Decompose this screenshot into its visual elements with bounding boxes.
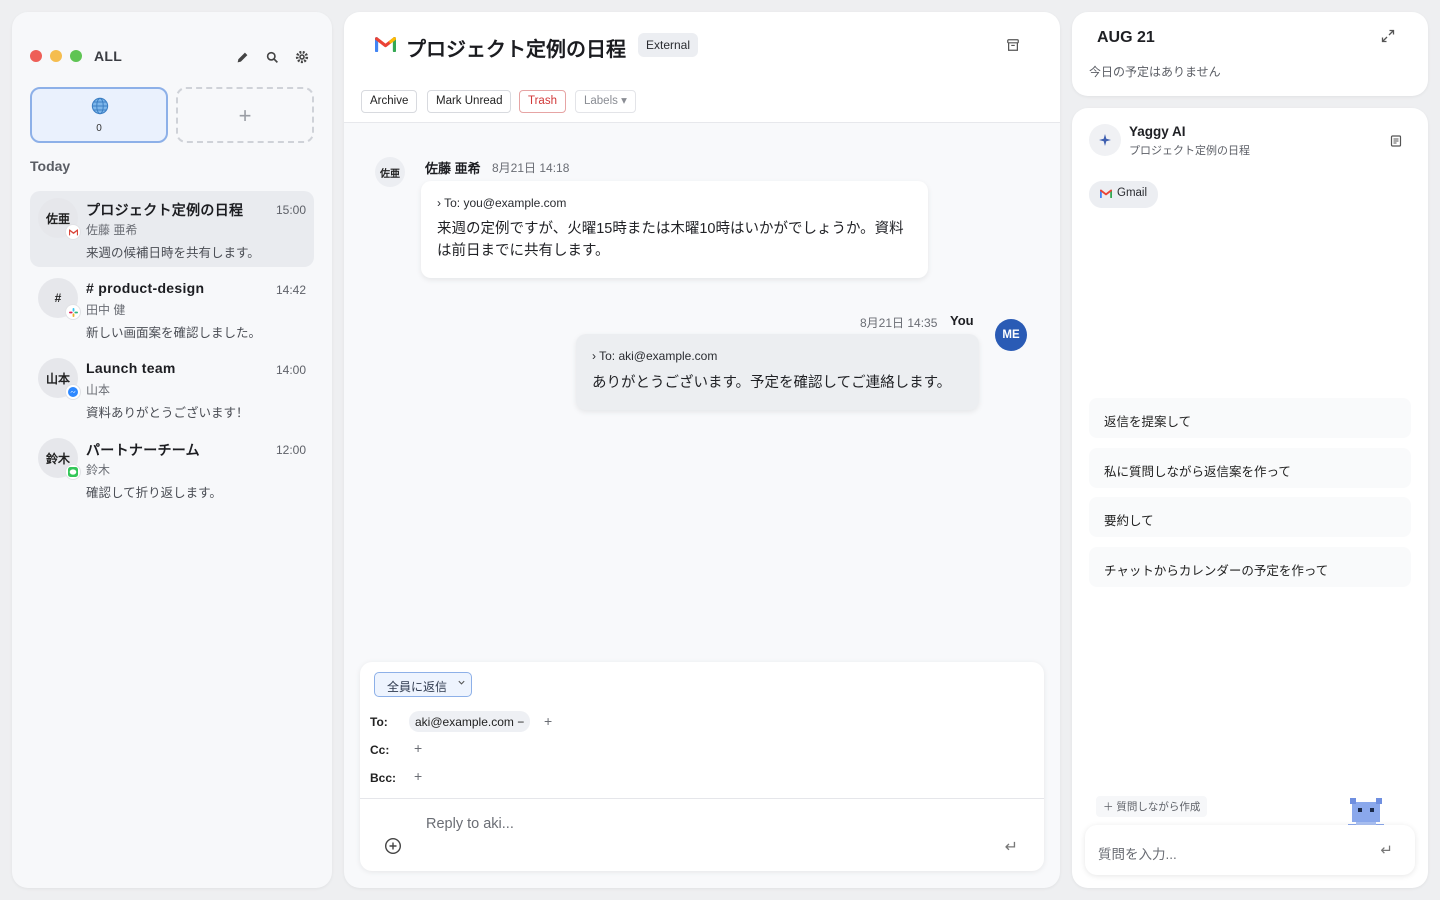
compose-icon[interactable] <box>234 49 250 65</box>
add-cc-icon[interactable]: + <box>414 740 422 756</box>
conversation-preview: 来週の候補日時を共有します。 <box>86 246 260 260</box>
ai-context: プロジェクト定例の日程 <box>1129 145 1250 157</box>
reply-composer: 全員に返信 To: aki@example.com − + Cc: + Bcc:… <box>360 662 1044 871</box>
conversation-preview: 新しい画面案を確認しました。 <box>86 326 262 340</box>
conversation-time: 15:00 <box>275 203 306 217</box>
window-controls <box>30 50 82 62</box>
section-label-today: Today <box>30 158 71 174</box>
cc-label: Cc: <box>370 743 390 757</box>
conversation-title: プロジェクト定例の日程 <box>86 202 244 218</box>
conversation-sender: 田中 健 <box>86 303 126 317</box>
globe-icon <box>91 97 109 120</box>
conversation-preview: 資料ありがとうございます！ <box>86 406 249 420</box>
avatar: 佐亜 <box>375 157 405 187</box>
account-unread-count: 0 <box>96 123 102 134</box>
message-time: 8月21日 14:35 <box>860 316 938 330</box>
calendar-date: AUG 21 <box>1097 29 1155 46</box>
message-body: ありがとうございます。予定を確認してご連絡します。 <box>592 375 952 391</box>
suggestion-button[interactable]: 私に質問しながら返信案を作って <box>1089 448 1411 488</box>
source-chip-gmail[interactable]: Gmail <box>1089 181 1159 208</box>
divider <box>360 798 1044 799</box>
trash-button[interactable]: Trash <box>519 90 566 113</box>
archive-button[interactable]: Archive <box>361 90 418 113</box>
message-body: 来週の定例ですが、火曜15時または木曜10時はいかがでしょうか。資料は前日までに… <box>437 221 904 259</box>
labels-dropdown[interactable]: Labels ▾ <box>575 90 636 113</box>
gmail-icon <box>66 225 80 239</box>
message-recipient: › To: aki@example.com <box>592 349 718 363</box>
send-icon[interactable]: ↵ <box>1005 837 1018 857</box>
expand-icon[interactable] <box>1381 29 1395 48</box>
conversation-sender: 佐藤 亜希 <box>86 223 138 237</box>
message-bubble: › To: aki@example.com ありがとうございます。予定を確認して… <box>576 334 979 410</box>
gmail-icon <box>1100 189 1112 201</box>
account-all-card[interactable]: 0 <box>30 87 168 143</box>
message-time: 8月21日 14:18 <box>492 161 570 175</box>
conversation-item[interactable]: 鈴木 パートナーチーム 12:00 鈴木 確認して折り返します。 <box>30 431 314 507</box>
message-recipient: › To: you@example.com <box>437 196 567 210</box>
send-icon[interactable]: ↵ <box>1380 841 1393 859</box>
conversation-time: 14:42 <box>275 283 306 297</box>
to-label: To: <box>370 715 388 729</box>
reply-input[interactable]: Reply to aki... <box>426 816 514 832</box>
conversation-sender: 山本 <box>86 383 111 397</box>
external-badge: External <box>638 33 699 57</box>
ai-question-input[interactable]: 質問を入力... <box>1098 843 1177 863</box>
suggestion-button[interactable]: 返信を提案して <box>1089 398 1411 438</box>
recipient-chip[interactable]: aki@example.com − <box>409 711 531 732</box>
suggestion-button[interactable]: チャットからカレンダーの予定を作って <box>1089 547 1411 587</box>
message-sender: 佐藤 亜希 <box>425 161 481 176</box>
source-chip-label: Gmail <box>1117 187 1148 199</box>
sparkle-icon <box>1089 124 1121 156</box>
thread-header: プロジェクト定例の日程 External <box>344 12 1060 77</box>
sidebar-title: ALL <box>94 48 123 64</box>
chevron-down-icon <box>457 678 466 690</box>
conversation-title: Launch team <box>86 360 176 376</box>
thread-subject: プロジェクト定例の日程 <box>406 39 626 61</box>
conversation-preview: 確認して折り返します。 <box>86 486 222 500</box>
messages-icon <box>66 465 80 479</box>
gmail-icon <box>375 36 396 57</box>
close-window-button[interactable] <box>30 50 42 62</box>
conversation-title: パートナーチーム <box>86 442 200 458</box>
thread-toolbar: Archive Mark Unread Trash Labels ▾ <box>344 77 1060 123</box>
add-bcc-icon[interactable]: + <box>414 768 422 784</box>
slack-icon <box>66 305 80 319</box>
conversation-time: 14:00 <box>275 363 306 377</box>
bcc-label: Bcc: <box>370 771 397 785</box>
reply-mode-select[interactable]: 全員に返信 <box>374 672 472 697</box>
message-sender: You <box>950 313 974 328</box>
conversation-sender: 鈴木 <box>86 463 111 477</box>
add-to-recipient-icon[interactable]: + <box>544 713 552 729</box>
gear-icon[interactable] <box>294 49 310 65</box>
calendar-panel: AUG 21 今日の予定はありません <box>1072 12 1428 96</box>
reply-mode-label: 全員に返信 <box>387 680 448 694</box>
conversation-sidebar: ALL 0 + Today 佐亜 プロジェクト定例の日程 15:00 佐藤 亜希… <box>12 12 332 888</box>
suggestion-button[interactable]: 要約して <box>1089 497 1411 537</box>
create-with-questions-button[interactable]: ＋ 質問しながら作成 <box>1096 796 1208 817</box>
conversation-item[interactable]: 山本 Launch team 14:00 山本 資料ありがとうございます！ <box>30 351 314 427</box>
thread-panel: プロジェクト定例の日程 External Archive Mark Unread… <box>344 12 1060 888</box>
search-icon[interactable] <box>264 49 280 65</box>
conversation-title: # product-design <box>86 280 205 296</box>
calendar-empty-text: 今日の予定はありません <box>1089 65 1221 79</box>
conversation-item[interactable]: # # product-design 14:42 田中 健 新しい画面案を確認し… <box>30 271 314 347</box>
minimize-window-button[interactable] <box>50 50 62 62</box>
plus-icon: + <box>238 103 252 128</box>
zoom-window-button[interactable] <box>70 50 82 62</box>
message-bubble: › To: you@example.com 来週の定例ですが、火曜15時または木… <box>421 181 928 278</box>
avatar: ME <box>995 319 1027 351</box>
document-icon[interactable] <box>1390 134 1402 152</box>
conversation-time: 12:00 <box>275 443 306 457</box>
ai-assistant-name: Yaggy AI <box>1129 124 1186 139</box>
ai-assistant-panel: Yaggy AI プロジェクト定例の日程 Gmail 返信を提案して 私に質問し… <box>1072 108 1428 888</box>
mark-unread-button[interactable]: Mark Unread <box>427 90 512 113</box>
add-account-button[interactable]: + <box>176 87 314 143</box>
messenger-icon <box>66 385 80 399</box>
ai-question-box: 質問を入力... ↵ <box>1085 825 1415 875</box>
archive-icon[interactable] <box>1006 38 1020 57</box>
add-attachment-icon[interactable] <box>384 837 402 860</box>
conversation-item[interactable]: 佐亜 プロジェクト定例の日程 15:00 佐藤 亜希 来週の候補日時を共有します… <box>30 191 314 267</box>
